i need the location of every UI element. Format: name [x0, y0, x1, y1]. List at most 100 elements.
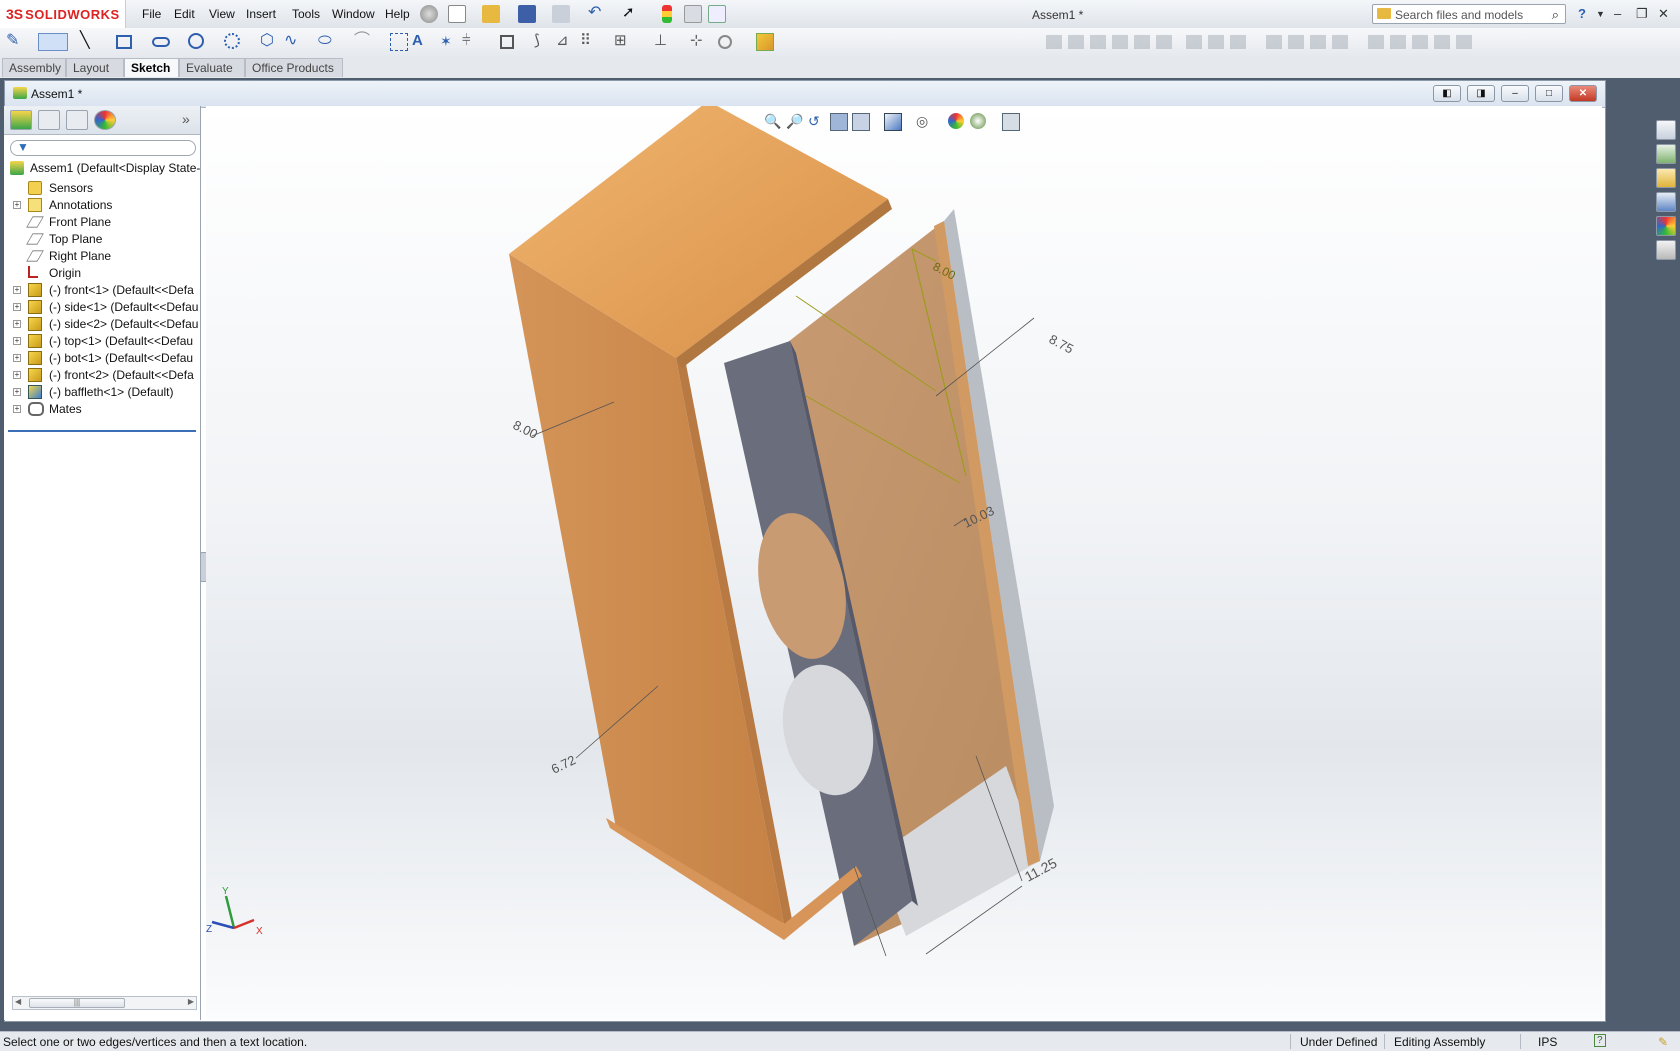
tree-item[interactable]: Sensors: [4, 179, 200, 197]
tree-item[interactable]: + (-) side<2> (Default<<Defau: [4, 315, 200, 333]
rectangle-icon[interactable]: [116, 35, 132, 49]
expand-icon[interactable]: +: [13, 286, 21, 294]
plane-tool-icon[interactable]: [390, 33, 408, 51]
line-icon[interactable]: ╲: [80, 33, 98, 51]
file-properties-icon[interactable]: [684, 5, 702, 23]
fillet-icon[interactable]: ⌒: [354, 33, 372, 51]
move-component-icon[interactable]: [1112, 35, 1128, 49]
property-manager-tab-icon[interactable]: [38, 110, 60, 130]
scroll-left-icon[interactable]: ◀: [15, 997, 21, 1006]
tree-item[interactable]: Front Plane: [4, 213, 200, 231]
tree-item[interactable]: + Mates: [4, 400, 200, 418]
feature-filter[interactable]: ▼: [10, 140, 196, 156]
tree-item[interactable]: + (-) bot<1> (Default<<Defau: [4, 349, 200, 367]
mate-icon[interactable]: [1068, 35, 1084, 49]
display-manager-tab-icon[interactable]: [94, 110, 116, 130]
solidworks-logo[interactable]: 3S SOLIDWORKS: [0, 0, 126, 28]
trim-icon[interactable]: ⫩: [462, 33, 480, 51]
custom-properties-icon[interactable]: [1656, 240, 1676, 260]
options-icon[interactable]: [708, 5, 726, 23]
offset-icon[interactable]: ⟆: [534, 33, 552, 51]
menu-insert[interactable]: Insert: [246, 7, 276, 21]
print-icon[interactable]: [552, 5, 570, 23]
menu-view[interactable]: View: [209, 7, 235, 21]
polygon-icon[interactable]: ⬡: [260, 33, 278, 51]
close-app-icon[interactable]: ✕: [1658, 6, 1669, 22]
menu-window[interactable]: Window: [332, 7, 375, 21]
explode-line-icon[interactable]: [1288, 35, 1304, 49]
arc-icon[interactable]: [224, 33, 240, 49]
clearance-icon[interactable]: [1332, 35, 1348, 49]
speedpak-icon[interactable]: [1434, 35, 1450, 49]
tile-horizontal-icon[interactable]: ◧: [1433, 85, 1461, 102]
dimension-text-875[interactable]: 8.75: [1047, 331, 1076, 356]
appearances-icon[interactable]: [1656, 216, 1676, 236]
help-dropdown-icon[interactable]: ▼: [1596, 9, 1605, 19]
open-folder-icon[interactable]: [482, 5, 500, 23]
scrollbar-thumb[interactable]: |||: [29, 998, 125, 1008]
configuration-manager-tab-icon[interactable]: [66, 110, 88, 130]
quick-snaps-icon[interactable]: [718, 35, 732, 49]
expand-icon[interactable]: +: [13, 320, 21, 328]
tree-item[interactable]: + (-) front<2> (Default<<Defa: [4, 366, 200, 384]
graphics-area[interactable]: 🔍 🔎 ↺ ◎ 8.00 8.75 8.00 10.03 6.72 11.25 …: [206, 106, 1602, 1020]
save-icon[interactable]: [518, 5, 536, 23]
hole-alignment-icon[interactable]: [1368, 35, 1384, 49]
expand-icon[interactable]: +: [13, 388, 21, 396]
tree-item[interactable]: Right Plane: [4, 247, 200, 265]
tree-item[interactable]: + Annotations: [4, 196, 200, 214]
tree-item[interactable]: + (-) baffleth<1> (Default): [4, 383, 200, 401]
minimize-doc-icon[interactable]: –: [1501, 85, 1529, 102]
assembly-features-icon[interactable]: [1156, 35, 1172, 49]
tab-office-products[interactable]: Office Products: [245, 58, 343, 77]
minimize-app-icon[interactable]: –: [1614, 6, 1621, 21]
tree-item[interactable]: Origin: [4, 264, 200, 282]
tree-item[interactable]: + (-) side<1> (Default<<Defau: [4, 298, 200, 316]
restore-app-icon[interactable]: ❐: [1636, 6, 1648, 22]
smart-dimension-icon[interactable]: [38, 33, 68, 51]
sketch-icon[interactable]: ✎: [6, 33, 24, 51]
instant2d-icon[interactable]: [756, 33, 774, 51]
point-icon[interactable]: ✶: [440, 33, 458, 51]
snapshot-icon[interactable]: [1456, 35, 1472, 49]
maximize-doc-icon[interactable]: □: [1535, 85, 1563, 102]
linear-pattern-icon[interactable]: ⠿: [580, 33, 598, 51]
rebuild-icon[interactable]: [662, 5, 672, 23]
tree-item[interactable]: Top Plane: [4, 230, 200, 248]
expand-icon[interactable]: +: [13, 405, 21, 413]
tile-vertical-icon[interactable]: ◨: [1467, 85, 1495, 102]
help-status-icon[interactable]: ?: [1594, 1034, 1606, 1047]
menu-edit[interactable]: Edit: [174, 7, 195, 21]
search-icon[interactable]: ⌕: [1552, 7, 1559, 23]
tree-root[interactable]: Assem1 (Default<Display State-: [4, 159, 200, 177]
show-hidden-icon[interactable]: [1134, 35, 1150, 49]
close-doc-icon[interactable]: ✕: [1569, 85, 1597, 102]
tab-assembly[interactable]: Assembly: [2, 58, 66, 77]
dimension-text-800-left[interactable]: 8.00: [511, 417, 540, 442]
pattern-icon[interactable]: [1090, 35, 1106, 49]
mirror-icon[interactable]: ⊿: [556, 33, 574, 51]
select-arrow-icon[interactable]: ➚: [622, 5, 640, 23]
convert-entities-icon[interactable]: [500, 35, 514, 49]
undo-icon[interactable]: ↶: [588, 5, 606, 23]
ellipse-icon[interactable]: ⬭: [318, 33, 336, 51]
expand-icon[interactable]: +: [13, 303, 21, 311]
rebuild-status-icon[interactable]: ✎: [1658, 1035, 1668, 1049]
feature-tree-tab-icon[interactable]: [10, 110, 32, 130]
repair-sketch-icon[interactable]: ⊹: [690, 33, 708, 51]
expand-icon[interactable]: +: [13, 354, 21, 362]
instant3d-icon[interactable]: [1390, 35, 1406, 49]
reference-geometry-icon[interactable]: [1186, 35, 1202, 49]
status-units[interactable]: IPS: [1538, 1035, 1557, 1049]
scroll-right-icon[interactable]: ▶: [188, 997, 194, 1006]
rollback-bar[interactable]: [8, 430, 196, 432]
circle-icon[interactable]: [188, 33, 204, 49]
exploded-view-icon[interactable]: [1266, 35, 1282, 49]
design-library-icon[interactable]: [1656, 144, 1676, 164]
menu-file[interactable]: File: [142, 7, 161, 21]
new-motion-study-icon[interactable]: [1208, 35, 1224, 49]
left-side-panel[interactable]: [509, 254, 784, 924]
new-document-icon[interactable]: [448, 5, 466, 23]
relations-icon[interactable]: ⊥: [654, 33, 672, 51]
tab-evaluate[interactable]: Evaluate: [179, 58, 245, 77]
